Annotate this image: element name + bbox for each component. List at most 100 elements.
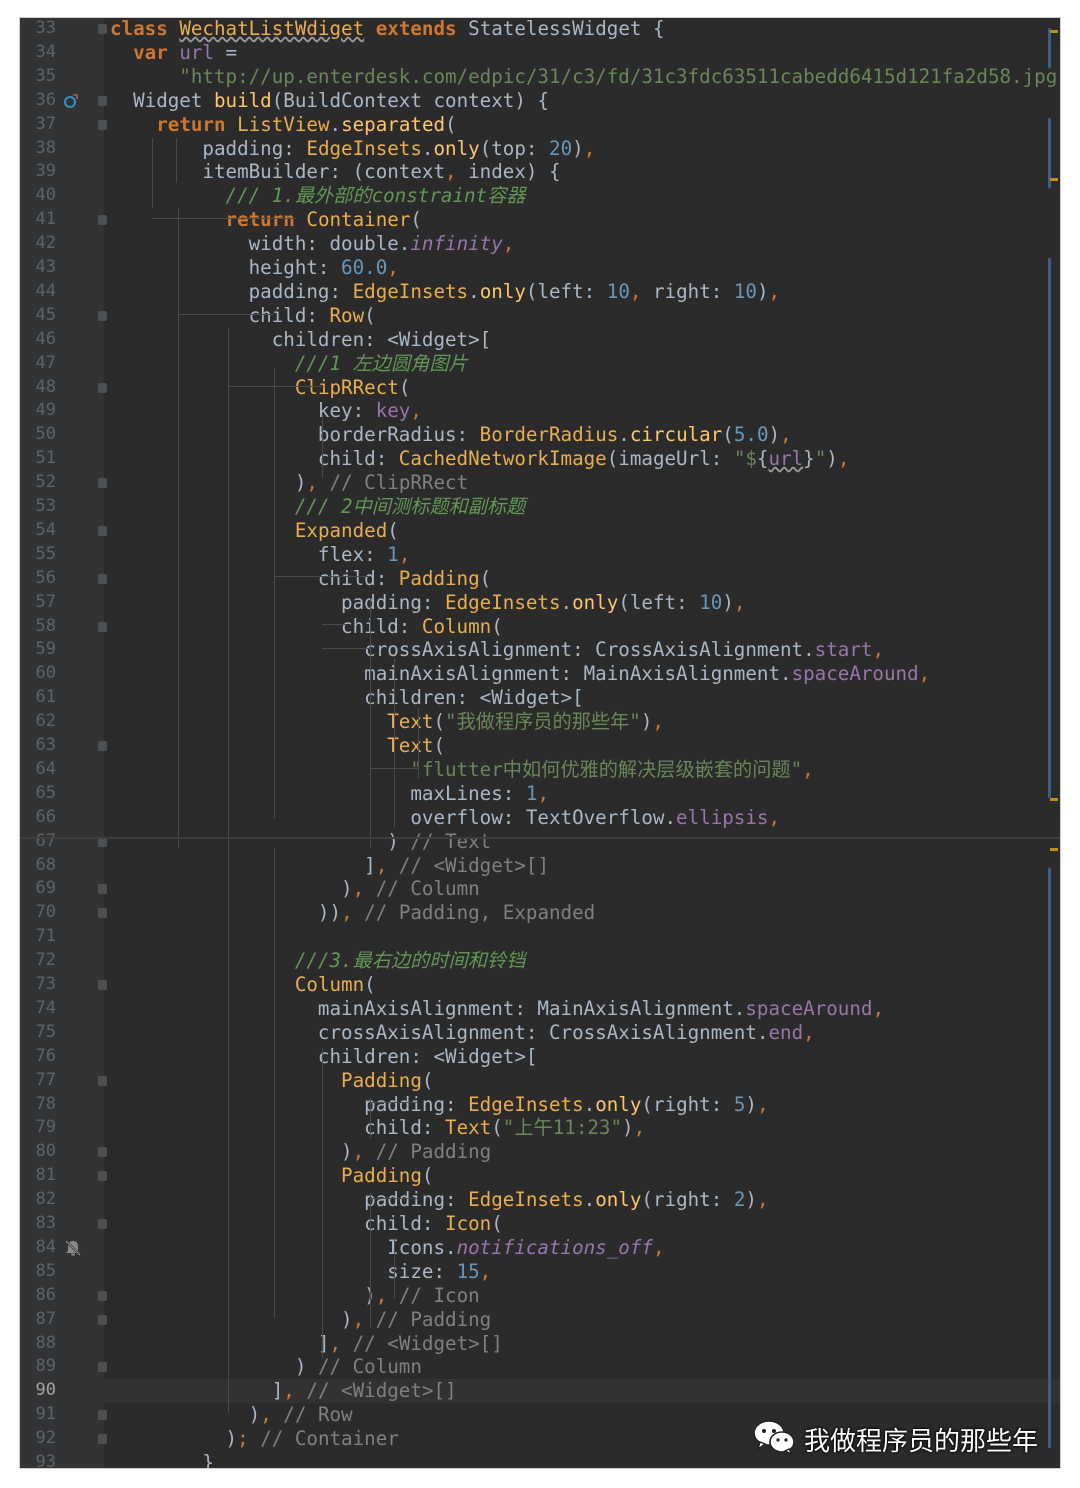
line-number: 74	[35, 997, 56, 1018]
code-line[interactable]: }	[110, 1451, 214, 1468]
code-token: // Column	[306, 1355, 422, 1379]
code-line[interactable]: ///3.最右边的时间和铃铛	[110, 949, 525, 973]
code-line[interactable]: ), // Padding	[110, 1140, 491, 1164]
code-token: 15	[456, 1259, 480, 1283]
code-token: EdgeInsets	[306, 136, 422, 160]
code-line[interactable]: /// 2中间测标题和副标题	[110, 495, 525, 519]
code-line[interactable]: Icons.notifications_off,	[110, 1236, 664, 1260]
code-line[interactable]: var url =	[110, 41, 237, 65]
code-line[interactable]: Text("我做程序员的那些年"),	[110, 710, 664, 734]
code-token: separated	[341, 112, 446, 136]
scrollbar-track[interactable]	[1048, 258, 1051, 798]
code-token: child:	[110, 566, 399, 590]
code-line[interactable]: children: <Widget>[	[110, 686, 584, 710]
warning-marker[interactable]	[1050, 848, 1058, 851]
code-line[interactable]: mainAxisAlignment: MainAxisAlignment.spa…	[110, 662, 930, 686]
code-line[interactable]: crossAxisAlignment: CrossAxisAlignment.e…	[110, 1021, 815, 1045]
code-line[interactable]: "flutter中如何优雅的解决层级嵌套的问题",	[110, 758, 813, 782]
code-token: Text	[445, 1116, 492, 1140]
code-line[interactable]: ), // Row	[110, 1403, 353, 1427]
code-line[interactable]: flex: 1,	[110, 543, 410, 567]
code-line[interactable]: padding: EdgeInsets.only(right: 2),	[110, 1188, 768, 1212]
code-line[interactable]: ClipRRect(	[110, 376, 411, 400]
code-line[interactable]: padding: EdgeInsets.only(top: 20),	[110, 137, 595, 161]
code-token: circular	[629, 423, 723, 447]
code-token: Column	[294, 973, 365, 996]
code-line[interactable]: mainAxisAlignment: MainAxisAlignment.spa…	[110, 997, 884, 1021]
code-line[interactable]: Padding(	[110, 1164, 433, 1188]
code-line[interactable]: width: double.infinity,	[110, 232, 515, 256]
code-line[interactable]: ), // ClipRRect	[110, 471, 468, 495]
code-line[interactable]: crossAxisAlignment: CrossAxisAlignment.s…	[110, 638, 884, 662]
code-token: ,	[768, 805, 781, 829]
code-line[interactable]: key: key,	[110, 399, 422, 423]
code-line[interactable]: size: 15,	[110, 1260, 491, 1284]
code-token: /// 2中间测标题和副标题	[110, 495, 526, 518]
code-line[interactable]: height: 60.0,	[110, 256, 399, 280]
bracket-guide	[178, 314, 274, 315]
code-line[interactable]: return ListView.separated(	[110, 112, 456, 137]
gutter-line: 66	[20, 806, 104, 830]
code-line[interactable]: child: Column(	[110, 615, 503, 639]
line-number-gutter[interactable]: 33 34 35 36 37 38 39 40 41 42 43 44 45 46 47 48 49 50 51 52…	[20, 18, 107, 1468]
code-token: only	[595, 1188, 642, 1212]
code-line[interactable]: ], // <Widget>[]	[110, 854, 549, 878]
override-icon[interactable]	[64, 93, 78, 108]
scrollbar-track[interactable]	[1048, 868, 1051, 1448]
code-line[interactable]: maxLines: 1,	[110, 782, 549, 806]
code-line[interactable]: ) // Text	[110, 830, 491, 854]
code-token: ,	[352, 1307, 365, 1331]
code-line[interactable]: ], // <Widget>[]	[110, 1332, 503, 1356]
code-line[interactable]: Expanded(	[110, 519, 399, 543]
code-token: ,	[803, 1020, 815, 1044]
code-line[interactable]: return Container(	[110, 208, 422, 232]
code-line[interactable]: Padding(	[110, 1069, 433, 1093]
code-line[interactable]: child: Row(	[110, 304, 376, 328]
code-token: (	[410, 208, 422, 232]
scrollbar-track[interactable]	[1048, 28, 1051, 68]
code-line[interactable]: children: <Widget>[	[110, 1045, 538, 1069]
code-line[interactable]: overflow: TextOverflow.ellipsis,	[110, 806, 780, 830]
code-line[interactable]: children: <Widget>[	[110, 328, 492, 352]
code-line[interactable]: /// 1.最外部的constraint容器	[110, 184, 526, 208]
gutter-line: 48	[20, 376, 107, 400]
line-number: 47	[35, 352, 56, 373]
code-token: itemBuilder: (context	[110, 160, 446, 184]
code-line[interactable]: child: Icon(	[110, 1212, 503, 1236]
warning-marker[interactable]	[1050, 798, 1058, 801]
code-token: "	[814, 447, 827, 471]
code-line[interactable]: ); // Container	[110, 1427, 399, 1451]
code-line[interactable]: child: Padding(	[110, 567, 491, 591]
line-number: 35	[35, 65, 56, 86]
code-line[interactable]: ), // Padding	[110, 1308, 491, 1332]
code-line[interactable]: )), // Padding, Expanded	[110, 901, 595, 925]
gutter-line: 87	[20, 1308, 107, 1332]
code-line[interactable]: itemBuilder: (context, index) {	[110, 160, 560, 184]
indent-guide	[178, 208, 179, 848]
code-line[interactable]: child: Text("上午11:23"),	[110, 1116, 645, 1140]
code-line[interactable]: padding: EdgeInsets.only(left: 10),	[110, 591, 745, 615]
code-area[interactable]: class WechatListWdiget extends Stateless…	[104, 18, 1060, 1468]
code-token: ,	[283, 1379, 295, 1403]
code-token: var	[133, 40, 180, 64]
code-token: crossAxisAlignment: CrossAxisAlignment.	[110, 638, 815, 662]
code-line[interactable]: Widget build(BuildContext context) {	[110, 89, 549, 113]
code-line[interactable]: ), // Icon	[110, 1284, 480, 1308]
indent-guide	[370, 1193, 371, 1328]
warning-marker[interactable]	[1050, 178, 1058, 181]
code-line[interactable]: ], // <Widget>[]	[110, 1379, 457, 1403]
code-line[interactable]: ), // Column	[110, 877, 480, 901]
code-line[interactable]: "http://up.enterdesk.com/edpic/31/c3/fd/…	[110, 65, 1060, 89]
gutter-line: 61	[20, 686, 104, 710]
code-line[interactable]: padding: EdgeInsets.only(left: 10, right…	[110, 280, 781, 304]
code-line[interactable]: class WechatListWdiget extends Stateless…	[110, 18, 665, 41]
code-line[interactable]: ///1 左边圆角图片	[110, 352, 468, 376]
code-line[interactable]: padding: EdgeInsets.only(right: 5),	[110, 1093, 768, 1117]
gutter-line: 58	[20, 615, 107, 639]
code-line[interactable]: borderRadius: BorderRadius.circular(5.0)…	[110, 423, 792, 447]
code-editor[interactable]: 33 34 35 36 37 38 39 40 41 42 43 44 45 46 47 48 49 50 51 52…	[20, 18, 1060, 1468]
code-line[interactable]: child: CachedNetworkImage(imageUrl: "${u…	[110, 447, 849, 471]
code-line[interactable]: ) // Column	[110, 1355, 422, 1379]
code-line[interactable]: Column(	[110, 973, 376, 997]
warning-marker[interactable]	[1050, 30, 1058, 33]
